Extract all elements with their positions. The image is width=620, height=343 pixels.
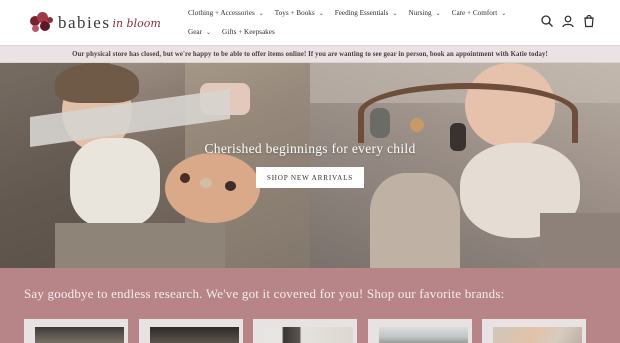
nav-item-gear[interactable]: Gear ⌄ [188, 28, 211, 36]
hero-caption: Cherished beginnings for every child [204, 141, 416, 156]
chevron-down-icon: ⌄ [258, 10, 264, 17]
nav-item-clothing-accessories[interactable]: Clothing + Accessories ⌄ [188, 9, 264, 17]
search-icon[interactable] [540, 14, 554, 28]
brand-card[interactable] [253, 319, 357, 343]
brand-card[interactable] [24, 319, 128, 343]
flower-logo-icon [28, 10, 56, 36]
chevron-down-icon: ⌄ [205, 29, 211, 36]
nav-item-label: Nursing [408, 9, 432, 17]
chevron-down-icon: ⌄ [501, 10, 507, 17]
nav-item-label: Gear [188, 28, 202, 36]
brand-card-image [149, 327, 239, 343]
hero-image-right [310, 63, 620, 268]
cart-icon[interactable] [582, 14, 596, 28]
nav-row-1: Clothing + Accessories ⌄ Toys + Books ⌄ Fe… [188, 6, 518, 20]
hero-image-left [0, 63, 310, 268]
site-header: babies in bloom Clothing + Accessories ⌄ … [0, 0, 620, 45]
shop-new-arrivals-button[interactable]: SHOP NEW ARRIVALS [256, 167, 364, 188]
nav-item-toys-books[interactable]: Toys + Books ⌄ [275, 9, 324, 17]
logo-script: in bloom [112, 16, 161, 30]
main-nav: Clothing + Accessories ⌄ Toys + Books ⌄ Fe… [188, 6, 518, 44]
site-logo[interactable]: babies in bloom [28, 10, 161, 36]
brand-card[interactable] [138, 319, 243, 343]
nav-item-nursing[interactable]: Nursing ⌄ [408, 9, 440, 17]
announcement-bar[interactable]: Our physical store has closed, but we're… [0, 45, 620, 63]
nav-item-care-comfort[interactable]: Care + Comfort ⌄ [452, 9, 507, 17]
account-icon[interactable] [561, 14, 575, 28]
brand-card-image [378, 327, 468, 343]
hero-banner: Cherished beginnings for every child SHO… [0, 63, 620, 268]
brand-card-image [264, 327, 353, 343]
logo-wordmark: babies [58, 13, 111, 32]
nav-item-label: Care + Comfort [451, 9, 498, 17]
brand-card-image [493, 327, 582, 343]
brand-card[interactable] [482, 319, 586, 343]
brand-cards [24, 319, 597, 343]
chevron-down-icon: ⌄ [392, 10, 398, 17]
announcement-text: Our physical store has closed, but we're… [72, 50, 548, 58]
nav-item-label: Clothing + Accessories [188, 9, 255, 17]
brands-section: Say goodbye to endless research. We've g… [0, 268, 620, 343]
nav-item-gifts-keepsakes[interactable]: Gifts + Keepsakes [222, 28, 275, 36]
brand-card[interactable] [367, 319, 472, 343]
nav-item-label: Feeding Essentials [334, 9, 389, 17]
nav-item-label: Toys + Books [274, 9, 315, 17]
chevron-down-icon: ⌄ [435, 10, 441, 17]
brands-heading: Say goodbye to endless research. We've g… [24, 286, 505, 301]
nav-item-feeding-essentials[interactable]: Feeding Essentials ⌄ [335, 9, 398, 17]
chevron-down-icon: ⌄ [318, 10, 324, 17]
nav-item-label: Gifts + Keepsakes [222, 28, 275, 36]
nav-row-2: Gear ⌄ Gifts + Keepsakes [188, 25, 518, 39]
brand-card-image [35, 327, 124, 343]
header-icons [533, 14, 596, 28]
